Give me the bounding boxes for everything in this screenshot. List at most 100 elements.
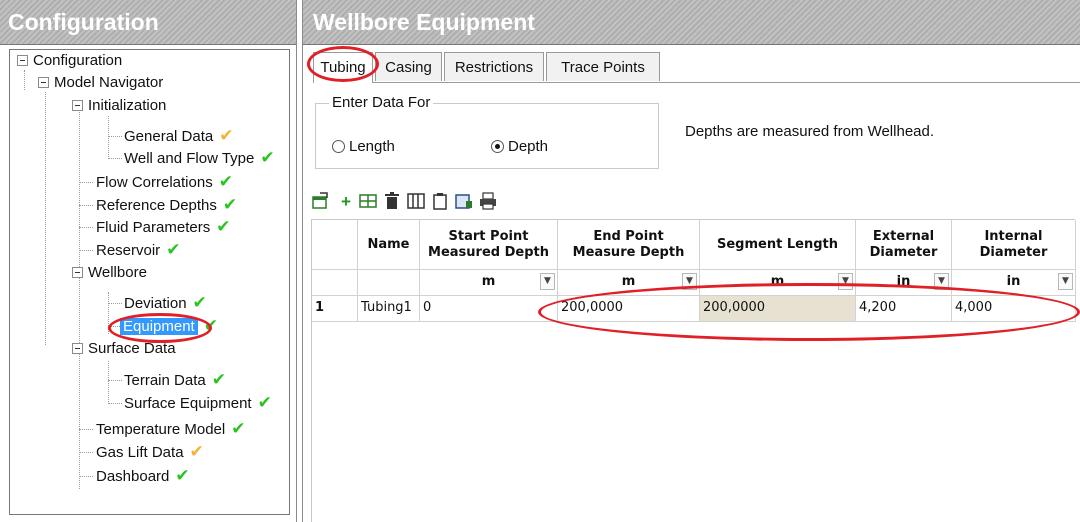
depth-radio[interactable]: [491, 139, 504, 153]
header-line: Internal: [984, 228, 1043, 244]
tree-connector: [108, 380, 122, 381]
column-header-internal-diameter[interactable]: Internal Diameter: [952, 220, 1076, 270]
tree-node-flow-correlations[interactable]: Flow Correlations ✔: [96, 171, 233, 193]
unit-select-start-depth[interactable]: m ▼: [420, 270, 558, 296]
tab-restrictions[interactable]: Restrictions: [444, 52, 544, 81]
tree-connector: [108, 292, 109, 334]
tree-node-gas-lift-data[interactable]: Gas Lift Data ✔: [96, 441, 204, 463]
chevron-down-icon[interactable]: ▼: [540, 273, 555, 290]
print-icon[interactable]: [477, 191, 499, 213]
tree-connector: [79, 250, 93, 251]
add-icon[interactable]: +: [335, 191, 357, 213]
tree-connector: [108, 403, 122, 404]
tree-node-model-navigator[interactable]: Model Navigator: [38, 72, 163, 94]
tree-connector: [79, 112, 80, 489]
collapse-icon[interactable]: [72, 342, 83, 354]
tree-node-reference-depths[interactable]: Reference Depths ✔: [96, 194, 237, 216]
complete-check-icon: ✔: [216, 217, 231, 236]
tree-label: Model Navigator: [54, 74, 164, 91]
tree-node-general-data[interactable]: General Data ✔: [124, 125, 233, 147]
tree-connector: [108, 361, 109, 404]
tree-node-reservoir[interactable]: Reservoir ✔: [96, 239, 180, 261]
tree-label: Configuration: [33, 52, 123, 69]
tree-node-well-and-flow-type[interactable]: Well and Flow Type ✔: [124, 147, 275, 169]
complete-check-icon: ✔: [257, 393, 272, 412]
tree-node-dashboard[interactable]: Dashboard ✔: [96, 465, 190, 487]
unit-select-segment-length[interactable]: m ▼: [700, 270, 856, 296]
column-header-segment-length[interactable]: Segment Length: [700, 220, 856, 270]
column-header-external-diameter[interactable]: External Diameter: [856, 220, 952, 270]
tree-node-deviation[interactable]: Deviation ✔: [124, 292, 207, 314]
unit-value: m: [621, 274, 636, 289]
export-icon[interactable]: [453, 191, 475, 213]
tree-label: Wellbore: [88, 264, 147, 281]
chevron-down-icon[interactable]: ▼: [838, 273, 853, 290]
tree-node-surface-equipment[interactable]: Surface Equipment ✔: [124, 392, 272, 414]
header-line: Measured Depth: [428, 244, 549, 260]
tree-label: Surface Data: [88, 340, 176, 357]
cell-external-diameter[interactable]: 4,200: [856, 296, 952, 322]
collapse-icon[interactable]: [72, 99, 83, 111]
collapse-icon[interactable]: [72, 266, 83, 278]
length-radio-label: Length: [349, 138, 395, 155]
tree-connector: [79, 476, 93, 477]
tree-connector: [79, 429, 93, 430]
complete-check-icon: ✔: [192, 293, 207, 312]
insert-row-icon[interactable]: [357, 191, 379, 213]
length-radio-option[interactable]: Length: [332, 137, 395, 157]
cell-internal-diameter[interactable]: 4,000: [952, 296, 1076, 322]
chevron-down-icon[interactable]: ▼: [934, 273, 949, 290]
chevron-down-icon[interactable]: ▼: [1058, 273, 1073, 290]
collapse-icon[interactable]: [17, 54, 28, 66]
unit-select-internal-diameter[interactable]: in ▼: [952, 270, 1076, 296]
cell-name[interactable]: Tubing1: [358, 296, 420, 322]
tree-connector: [24, 70, 25, 90]
tab-casing[interactable]: Casing: [375, 52, 442, 81]
tab-trace-points[interactable]: Trace Points: [546, 52, 660, 81]
column-header-name[interactable]: Name: [358, 220, 420, 270]
tree-node-wellbore[interactable]: Wellbore: [72, 262, 147, 284]
depth-reference-note: Depths are measured from Wellhead.: [685, 123, 935, 140]
column-header-end-depth[interactable]: End Point Measure Depth: [558, 220, 700, 270]
tree-connector: [79, 227, 93, 228]
tree-node-configuration[interactable]: Configuration: [17, 50, 122, 72]
tree-node-fluid-parameters[interactable]: Fluid Parameters ✔: [96, 216, 230, 238]
tree-label: Reservoir: [96, 242, 161, 259]
chevron-down-icon[interactable]: ▼: [682, 273, 697, 290]
tree-connector: [108, 303, 122, 304]
unit-value: in: [896, 274, 911, 289]
tree-node-equipment[interactable]: Equipment ✔: [120, 315, 218, 337]
length-radio[interactable]: [332, 139, 345, 153]
tree-label: Initialization: [88, 97, 167, 114]
column-header-start-depth[interactable]: Start Point Measured Depth: [420, 220, 558, 270]
complete-check-icon: ✔: [166, 240, 181, 259]
import-icon[interactable]: [309, 191, 331, 213]
delete-icon[interactable]: [381, 191, 403, 213]
complete-check-icon: ✔: [231, 419, 246, 438]
tree-node-temperature-model[interactable]: Temperature Model ✔: [96, 418, 245, 440]
clipboard-icon[interactable]: [429, 191, 451, 213]
cell-start-depth[interactable]: 0: [420, 296, 558, 322]
cell-end-depth[interactable]: 200,0000: [558, 296, 700, 322]
tree-node-surface-data[interactable]: Surface Data: [72, 338, 176, 360]
collapse-icon[interactable]: [38, 76, 49, 88]
unit-value: in: [1006, 274, 1021, 289]
tree-node-terrain-data[interactable]: Terrain Data ✔: [124, 369, 226, 391]
tab-tubing[interactable]: Tubing: [313, 52, 373, 83]
enter-data-for-label: Enter Data For: [329, 94, 434, 111]
tree-node-initialization[interactable]: Initialization: [72, 95, 166, 117]
header-line: End Point: [593, 228, 664, 244]
units-row-header: [312, 270, 358, 296]
tree-label-selected: Equipment: [120, 318, 198, 335]
model-navigator-tree: Configuration Model Navigator Initializa…: [9, 49, 290, 515]
row-index[interactable]: 1: [312, 296, 358, 322]
header-line: Diameter: [979, 244, 1048, 260]
tree-label: Temperature Model: [96, 421, 226, 438]
warning-check-icon: ✔: [219, 126, 234, 145]
unit-select-external-diameter[interactable]: in ▼: [856, 270, 952, 296]
unit-value: m: [770, 274, 785, 289]
unit-select-end-depth[interactable]: m ▼: [558, 270, 700, 296]
header-line: Diameter: [869, 244, 938, 260]
columns-icon[interactable]: [405, 191, 427, 213]
depth-radio-option[interactable]: Depth: [491, 137, 548, 157]
